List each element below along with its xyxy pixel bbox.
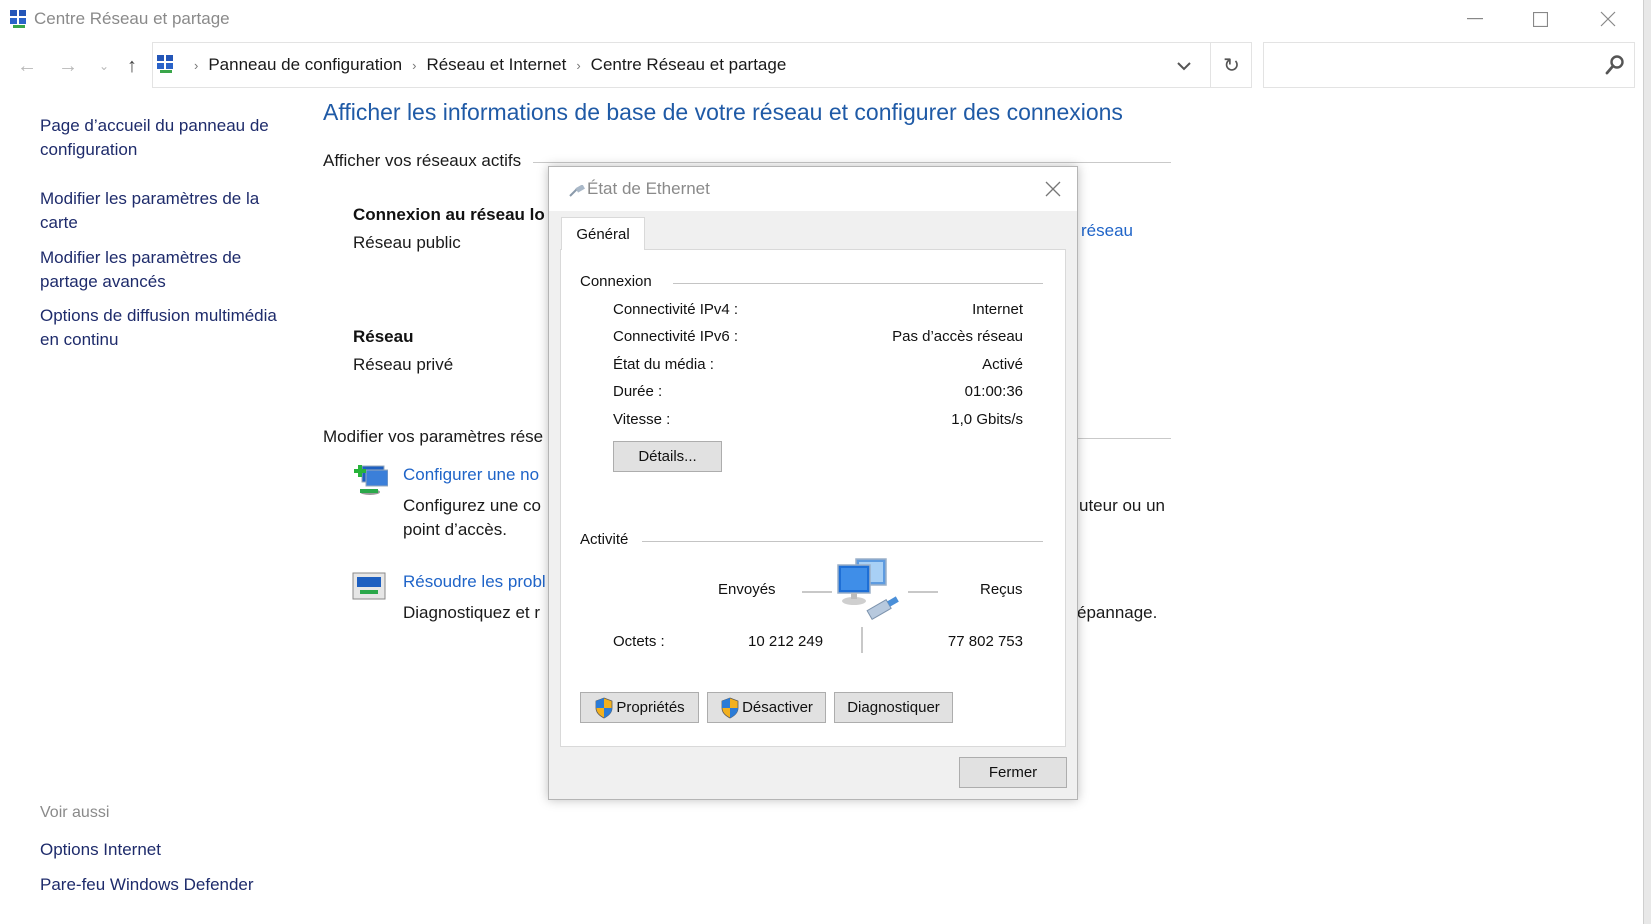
chevron-down-icon: ⌄ [98,59,110,73]
maximize-button[interactable] [1515,2,1565,36]
duration-label: Durée : [613,383,663,400]
troubleshoot-link[interactable]: Résoudre les probl [403,572,546,592]
arrow-up-icon: ↑ [127,54,137,77]
window-title: Centre Réseau et partage [34,9,230,28]
breadcrumb: › Panneau de configuration › Réseau et I… [184,55,786,75]
forward-button[interactable]: → [54,52,82,80]
network-center-icon [10,10,26,28]
connection-group-label: Connexion [580,273,652,290]
arrow-right-icon: → [58,54,78,77]
search-input[interactable] [1272,51,1582,79]
properties-button-label: Propriétés [616,699,685,716]
close-dialog-button[interactable]: Fermer [959,757,1067,788]
active-networks-heading: Afficher vos réseaux actifs [323,151,522,170]
see-also-link-firewall[interactable]: Pare-feu Windows Defender [40,873,290,897]
address-history-dropdown[interactable] [1168,52,1200,80]
section-divider [533,162,1171,163]
sent-label: Envoyés [718,581,776,598]
activity-divider [861,627,863,653]
group-divider [642,541,1043,542]
breadcrumb-item-network-center[interactable]: Centre Réseau et partage [591,55,787,75]
activity-group-label: Activité [580,531,629,548]
breadcrumb-separator-icon[interactable]: › [412,58,416,73]
breadcrumb-item-control-panel[interactable]: Panneau de configuration [208,55,402,75]
dialog-titlebar[interactable]: État de Ethernet [549,167,1077,211]
minimize-button[interactable] [1450,2,1500,36]
troubleshoot-description: Diagnostiquez et r [403,603,541,622]
disable-button-label: Désactiver [742,699,813,716]
refresh-icon: ↻ [1223,54,1240,77]
see-also-label: Voir aussi [40,804,110,821]
minimize-icon [1467,18,1483,20]
section-divider [1070,438,1171,439]
ipv4-label: Connectivité IPv4 : [613,301,739,318]
speed-label: Vitesse : [613,411,671,428]
sidebar-link-media-streaming[interactable]: Options de diffusion multimédia en conti… [40,304,290,352]
breadcrumb-item-network-internet[interactable]: Réseau et Internet [426,55,566,75]
bytes-sent-value: 10 212 249 [748,633,824,650]
troubleshoot-description-tail: épannage. [1077,603,1158,622]
setup-connection-description-tail: uteur ou un [1079,496,1166,515]
network-name: Connexion au réseau lo [353,205,545,224]
sidebar-link-control-panel-home[interactable]: Page d’accueil du panneau de configurati… [40,114,290,162]
ethernet-cable-icon [569,185,585,197]
details-button[interactable]: Détails... [613,441,722,472]
speed-value: 1,0 Gbits/s [951,411,1023,428]
media-state-label: État du média : [613,356,714,373]
diagnose-button[interactable]: Diagnostiquer [834,692,953,723]
sent-line [802,591,832,593]
duration-value: 01:00:36 [964,383,1023,400]
properties-button[interactable]: Propriétés [580,692,699,723]
change-settings-heading: Modifier vos paramètres rése [323,427,544,446]
setup-connection-description: Configurez une co [403,496,541,515]
search-box[interactable] [1263,42,1635,88]
troubleshoot-icon [352,572,386,600]
network-activity-icon [837,558,899,621]
ipv6-value: Pas d’accès réseau [892,328,1023,345]
dialog-close-button[interactable] [1039,175,1067,203]
setup-connection-link[interactable]: Configurer une no [403,465,539,485]
network-type: Réseau public [353,233,461,252]
maximize-icon [1532,11,1548,27]
setup-connection-description-line2: point d’accès. [403,520,507,539]
up-button[interactable]: ↑ [118,52,146,80]
bytes-received-value: 77 802 753 [947,633,1023,650]
see-also-link-internet-options[interactable]: Options Internet [40,838,290,862]
page-title: Afficher les informations de base de vot… [323,99,1123,125]
search-icon[interactable] [1604,54,1626,76]
close-window-button[interactable] [1583,2,1633,36]
general-tab-panel: Connexion Connectivité IPv4 : Internet C… [560,249,1066,747]
uac-shield-icon [721,697,739,718]
ipv6-label: Connectivité IPv6 : [613,328,739,345]
window-border [1643,0,1651,924]
disable-button[interactable]: Désactiver [707,692,826,723]
media-state-value: Activé [982,356,1023,373]
chevron-down-icon [1177,61,1191,70]
tab-general[interactable]: Général [561,217,645,250]
received-line [908,591,938,593]
close-icon [1045,181,1061,197]
close-icon [1600,11,1616,27]
back-button[interactable]: ← [13,52,41,80]
ipv4-value: Internet [972,301,1023,318]
new-connection-icon [354,465,388,495]
recent-locations-button[interactable]: ⌄ [90,52,118,80]
breadcrumb-separator-icon[interactable]: › [194,58,198,73]
sidebar-link-advanced-sharing[interactable]: Modifier les paramètres de partage avanc… [40,246,290,294]
sidebar-link-adapter-settings[interactable]: Modifier les paramètres de la carte [40,187,290,235]
network-type: Réseau privé [353,355,454,374]
bytes-label: Octets : [613,633,665,650]
network-link[interactable]: réseau [1081,221,1133,241]
network-name: Réseau [353,327,414,346]
dialog-title: État de Ethernet [587,179,710,198]
breadcrumb-separator-icon[interactable]: › [576,58,580,73]
arrow-left-icon: ← [17,54,37,77]
refresh-button[interactable]: ↻ [1210,42,1252,88]
uac-shield-icon [595,697,613,718]
ethernet-status-dialog: État de Ethernet Général Connexion Conne… [548,166,1078,800]
network-center-icon [157,55,173,73]
group-divider [673,283,1043,284]
received-label: Reçus [980,581,1023,598]
